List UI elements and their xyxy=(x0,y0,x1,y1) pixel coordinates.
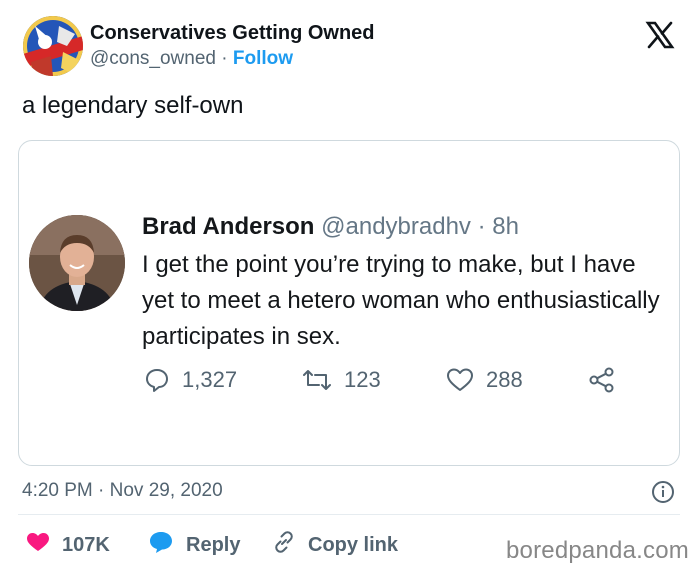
copy-link-button[interactable]: Copy link xyxy=(272,530,398,560)
reply-icon xyxy=(144,367,170,393)
retweet-count: 123 xyxy=(344,367,381,392)
author-handle-line: @cons_owned · Follow xyxy=(90,48,293,70)
like-button[interactable]: 107K xyxy=(26,530,110,560)
link-icon xyxy=(272,530,296,560)
reply-action[interactable]: 1,327 xyxy=(144,363,237,397)
x-logo-icon[interactable] xyxy=(645,20,675,50)
quoted-time: · 8h xyxy=(477,213,519,240)
reply-count: 1,327 xyxy=(182,367,238,392)
info-icon[interactable] xyxy=(651,480,675,504)
copy-link-label: Copy link xyxy=(308,533,399,556)
tweet-text: a legendary self-own xyxy=(22,92,244,119)
tweet-timestamp[interactable]: 4:20 PM · Nov 29, 2020 xyxy=(22,480,223,502)
like-icon xyxy=(446,367,474,393)
quoted-avatar[interactable] xyxy=(29,215,125,311)
boredpanda-watermark: boredpanda.com xyxy=(506,537,689,564)
separator-dot: · xyxy=(221,48,228,69)
footer-divider xyxy=(18,514,680,515)
quoted-actions: 1,327 123 288 xyxy=(142,363,662,397)
reply-label: Reply xyxy=(186,533,241,556)
reply-button[interactable]: Reply xyxy=(148,530,240,560)
tweet-header: Conservatives Getting Owned @cons_owned … xyxy=(0,0,700,90)
quoted-name[interactable]: Brad Anderson xyxy=(142,213,314,240)
share-action[interactable] xyxy=(588,363,616,397)
like-count-footer: 107K xyxy=(62,533,110,556)
heart-icon xyxy=(26,531,50,559)
tweet-footer: 107K Reply Copy link boredpanda.com xyxy=(0,526,700,566)
quoted-header: Brad Anderson @andybradhv · 8h xyxy=(142,213,519,241)
retweet-icon xyxy=(302,367,332,393)
author-handle[interactable]: @cons_owned xyxy=(90,48,216,69)
like-action[interactable]: 288 xyxy=(446,363,523,397)
quoted-handle[interactable]: @andybradhv xyxy=(321,213,471,240)
quoted-tweet-card[interactable]: Brad Anderson @andybradhv · 8h I get the… xyxy=(18,140,680,466)
author-name[interactable]: Conservatives Getting Owned xyxy=(90,22,375,45)
author-avatar[interactable] xyxy=(23,16,83,76)
retweet-action[interactable]: 123 xyxy=(302,363,381,397)
share-icon xyxy=(588,367,616,393)
quoted-body: I get the point you’re trying to make, b… xyxy=(142,251,660,350)
reply-bubble-icon xyxy=(148,530,174,560)
like-count: 288 xyxy=(486,367,523,392)
follow-button[interactable]: Follow xyxy=(233,48,293,69)
